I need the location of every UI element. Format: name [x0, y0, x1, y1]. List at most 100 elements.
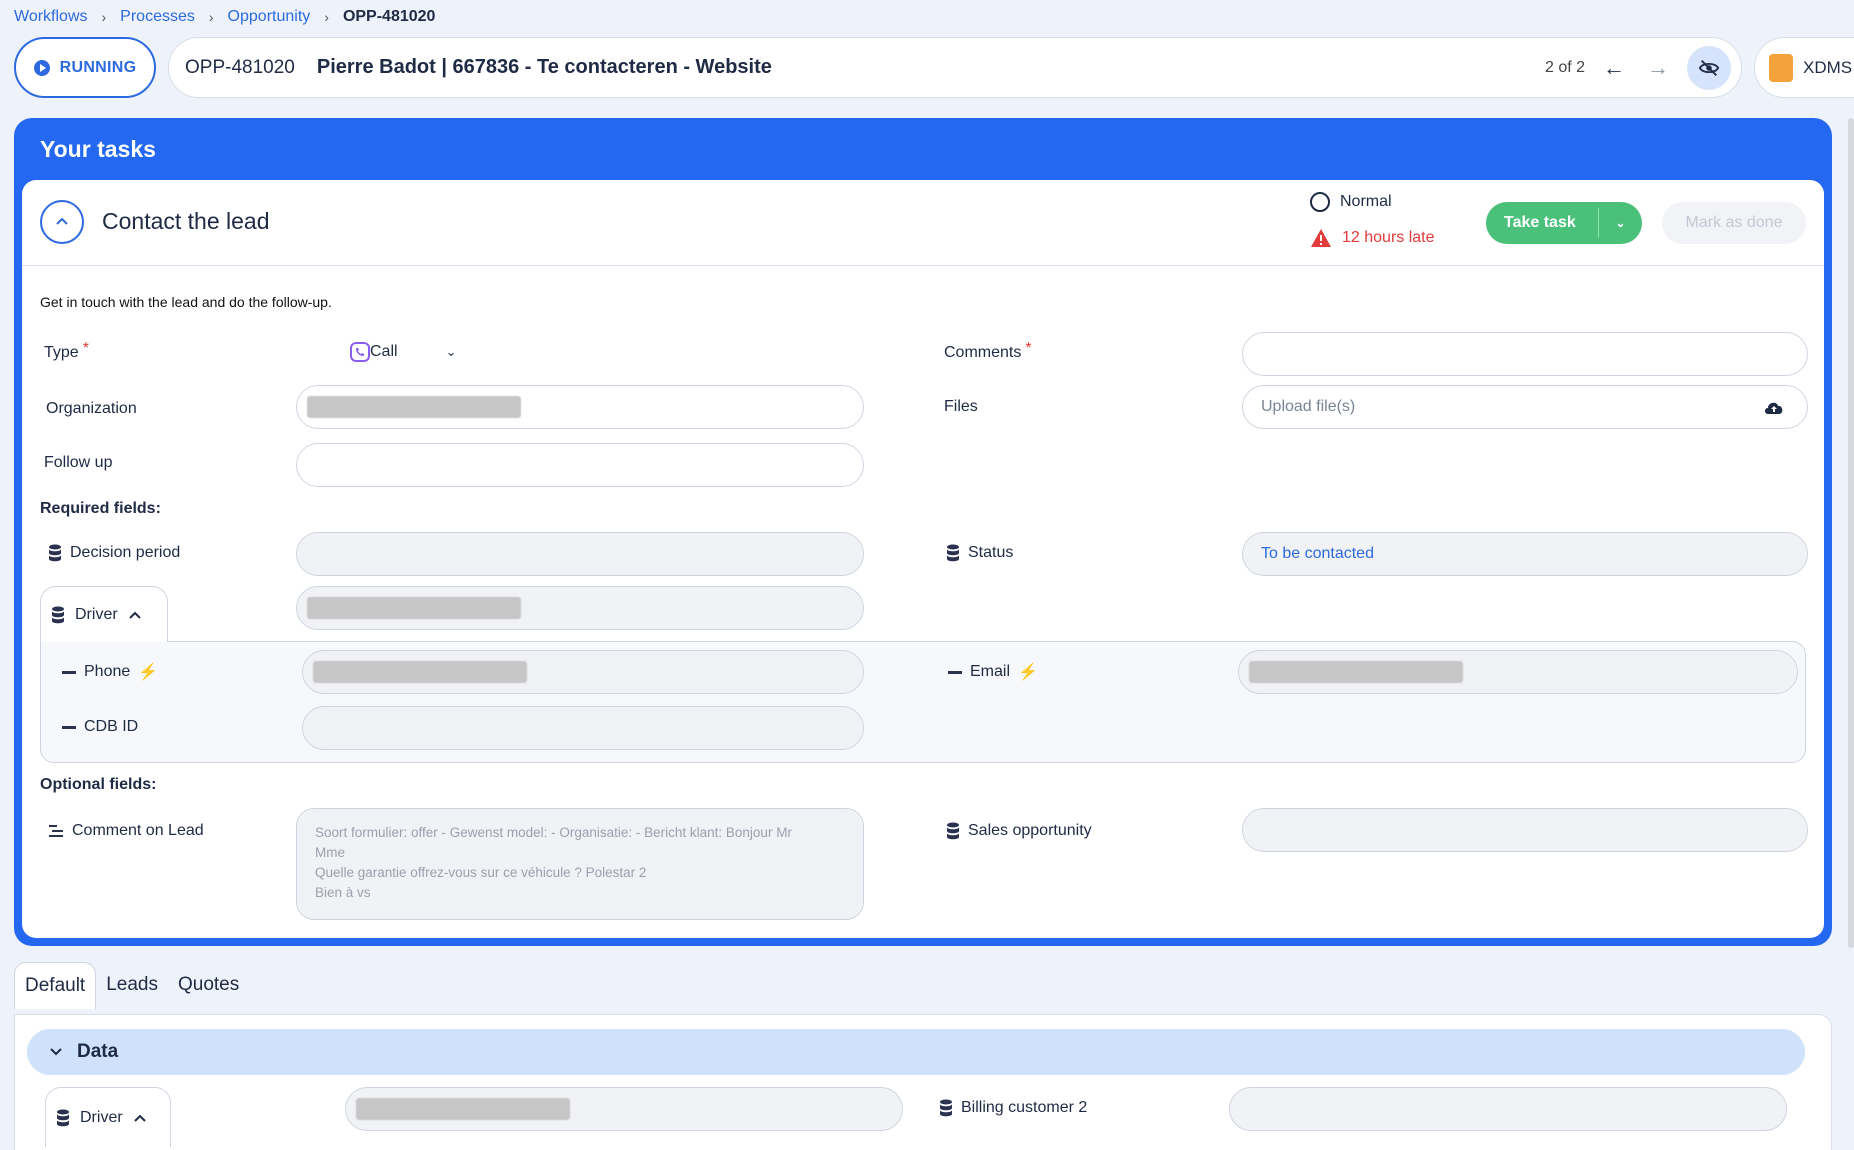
chevron-right-icon: ›: [208, 9, 214, 25]
arrow-right-icon[interactable]: →: [1643, 55, 1673, 81]
arrow-left-icon[interactable]: ←: [1599, 55, 1629, 81]
follow-up-input[interactable]: [296, 443, 864, 487]
comments-label-group: Comments *: [944, 340, 1032, 362]
optional-fields-title: Optional fields:: [40, 776, 157, 793]
required-asterisk: *: [82, 340, 89, 357]
status-field-label: Status: [968, 544, 1014, 561]
comment-line: Quelle garantie offrez-vous sur ce véhic…: [315, 865, 647, 880]
type-label-group: Type *: [44, 340, 89, 362]
chevron-down-icon[interactable]: ⌄: [1599, 216, 1642, 230]
priority-label: Normal: [1340, 193, 1392, 210]
data-section-title: Data: [77, 1041, 119, 1062]
tasks-panel-title: Your tasks: [40, 136, 156, 162]
comment-line: Bien à vs: [315, 885, 371, 900]
files-upload-field[interactable]: Upload file(s): [1242, 385, 1808, 429]
driver-toggle[interactable]: Driver: [40, 586, 168, 642]
files-label: Files: [944, 398, 978, 415]
pager: 2 of 2 ← →: [1544, 45, 1731, 90]
breadcrumb-processes[interactable]: Processes: [120, 8, 195, 26]
driver-label: Driver: [75, 605, 118, 623]
cloud-upload-icon[interactable]: [1763, 399, 1785, 415]
database-icon: [940, 1099, 952, 1117]
comment-line: Mme: [315, 845, 345, 860]
task-card: Contact the lead Normal 12 hours late Ta…: [22, 180, 1824, 938]
sales-opportunity-input[interactable]: [1242, 808, 1808, 852]
tasks-panel: Your tasks Contact the lead Normal 12 ho…: [14, 118, 1832, 946]
redacted-value: [313, 661, 527, 683]
hide-eye-icon[interactable]: [1687, 45, 1731, 90]
pager-count: 2 of 2: [1544, 58, 1585, 76]
minus-icon: [62, 670, 76, 674]
opportunity-title-bar: OPP-481020 Pierre Badot | 667836 - Te co…: [168, 37, 1742, 98]
task-header: Contact the lead Normal 12 hours late Ta…: [22, 180, 1824, 266]
redacted-value: [307, 396, 521, 418]
decision-period-label-group: Decision period: [48, 544, 180, 562]
opportunity-name: Pierre Badot | 667836 - Te contacteren -…: [316, 56, 772, 78]
tab-leads[interactable]: Leads: [96, 962, 168, 1009]
type-value: Call: [370, 343, 398, 360]
late-indicator: 12 hours late: [1310, 228, 1435, 248]
sales-opportunity-label: Sales opportunity: [968, 822, 1092, 839]
collapse-task-button[interactable]: [40, 200, 84, 244]
driver-input[interactable]: [296, 586, 864, 630]
chevron-right-icon: ›: [324, 9, 329, 25]
warning-icon: [1311, 229, 1331, 247]
chevron-up-icon: [56, 217, 68, 225]
xdms-document-button[interactable]: XDMS: [1754, 37, 1854, 98]
minus-icon: [948, 670, 962, 674]
task-title: Contact the lead: [102, 208, 270, 234]
data-section-header[interactable]: Data: [27, 1029, 1805, 1075]
breadcrumb-workflows[interactable]: Workflows: [14, 8, 88, 26]
breadcrumb-current: OPP-481020: [342, 8, 436, 25]
breadcrumb-opportunity[interactable]: Opportunity: [228, 8, 311, 26]
redacted-value: [356, 1098, 570, 1120]
phone-label: Phone: [84, 663, 131, 680]
phone-input[interactable]: [302, 650, 864, 694]
bottom-tabs: Default Leads Quotes: [14, 962, 249, 1009]
decision-period-label: Decision period: [70, 544, 181, 561]
status-label: RUNNING: [59, 58, 137, 76]
cdb-id-label-group: CDB ID: [62, 718, 138, 736]
play-icon: [33, 59, 50, 76]
status-input[interactable]: To be contacted: [1242, 532, 1808, 576]
chevron-down-icon[interactable]: ⌄: [446, 344, 457, 360]
status-label-group: Status: [946, 544, 1013, 562]
comment-on-lead-textarea[interactable]: Soort formulier: offer - Gewenst model: …: [296, 808, 864, 920]
cdb-id-label: CDB ID: [84, 718, 139, 735]
type-select[interactable]: Call ⌄: [350, 342, 456, 362]
task-description: Get in touch with the lead and do the fo…: [40, 294, 332, 310]
mark-as-done-button[interactable]: Mark as done: [1662, 202, 1806, 244]
cdb-id-input[interactable]: [302, 706, 864, 750]
organization-input[interactable]: [296, 385, 864, 429]
database-icon: [947, 544, 959, 562]
comments-input[interactable]: [1242, 332, 1808, 376]
sales-opportunity-label-group: Sales opportunity: [946, 822, 1092, 840]
take-task-button[interactable]: Take task ⌄: [1486, 202, 1642, 244]
status-value: To be contacted: [1261, 545, 1374, 562]
redacted-value: [1249, 661, 1463, 683]
billing-customer-label: Billing customer 2: [961, 1099, 1088, 1116]
files-placeholder: Upload file(s): [1261, 398, 1356, 415]
data-driver-input[interactable]: [345, 1087, 903, 1131]
required-asterisk: *: [1025, 340, 1032, 357]
xdms-label: XDMS: [1803, 57, 1853, 77]
minus-icon: [62, 725, 76, 729]
chevron-down-icon: [50, 1048, 62, 1056]
redacted-value: [307, 597, 521, 619]
chevron-up-icon: [128, 611, 141, 619]
data-driver-label: Driver: [80, 1108, 123, 1126]
tab-quotes[interactable]: Quotes: [168, 962, 249, 1009]
chevron-up-icon: [133, 1114, 146, 1122]
data-driver-toggle[interactable]: Driver: [45, 1087, 171, 1147]
tab-default[interactable]: Default: [14, 962, 97, 1009]
lightning-icon: ⚡: [1018, 664, 1038, 681]
database-icon: [947, 822, 959, 840]
scrollbar[interactable]: [1848, 118, 1854, 948]
comment-line: Soort formulier: offer - Gewenst model: …: [315, 825, 792, 840]
status-badge[interactable]: RUNNING: [14, 37, 156, 98]
decision-period-input[interactable]: [296, 532, 864, 576]
billing-customer-input[interactable]: [1229, 1087, 1787, 1131]
email-input[interactable]: [1238, 650, 1798, 694]
follow-up-label: Follow up: [44, 454, 113, 471]
email-label-group: Email ⚡: [948, 662, 1038, 682]
